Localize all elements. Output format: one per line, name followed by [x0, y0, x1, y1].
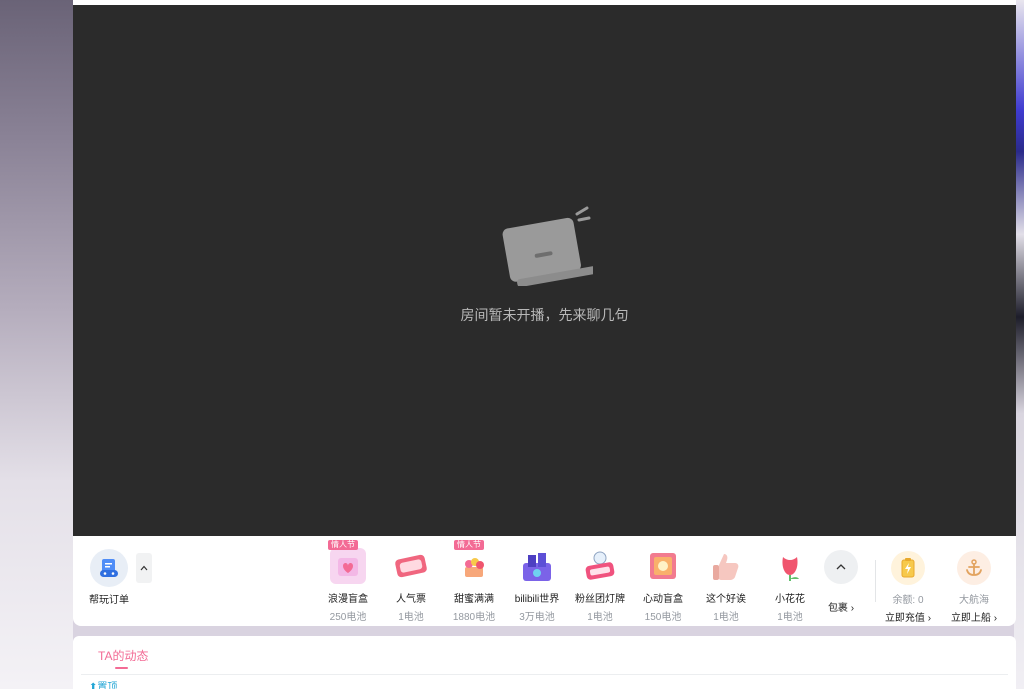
recharge-button[interactable]: 余额: 0 立即充值 ›	[878, 551, 938, 624]
divider	[81, 674, 1008, 675]
chevron-up-icon	[824, 550, 858, 584]
gift-price: 3万电池	[519, 612, 555, 623]
gift-name: 小花花	[775, 594, 805, 605]
gift-tag: 情人节	[328, 540, 358, 550]
gift-item-fan-club-light[interactable]: 粉丝团灯牌 1电池	[570, 540, 630, 623]
gift-price: 1电池	[398, 612, 424, 623]
background-left-art	[0, 0, 73, 689]
gift-price: 250电池	[329, 612, 367, 623]
package-button[interactable]: 包裹 ›	[823, 550, 859, 614]
guard-button[interactable]: 大航海 立即上船 ›	[944, 551, 1004, 624]
gift-price: 1880电池	[452, 612, 496, 623]
expand-button[interactable]	[136, 553, 152, 583]
gift-item-popularity-ticket[interactable]: 人气票 1电池	[381, 540, 441, 623]
gift-item-heart-box[interactable]: 心动盲盒 150电池	[633, 540, 693, 623]
guard-text: 大航海	[959, 595, 989, 606]
play-order-label: 帮玩订单	[89, 595, 129, 606]
gift-item-little-flower[interactable]: 小花花 1电池	[760, 540, 820, 623]
gift-item-romance-box[interactable]: 情人节 浪漫盲盒 250电池	[318, 540, 378, 623]
chevron-up-icon	[140, 565, 148, 571]
dynamic-panel: TA的动态 ⬆置顶	[73, 636, 1016, 689]
live-player[interactable]: 房间暂未开播，先来聊几句	[73, 5, 1016, 536]
flower-basket-icon	[456, 548, 492, 584]
gift-box-icon	[330, 548, 366, 584]
gift-item-bilibili-world[interactable]: bilibili世界 3万电池	[507, 540, 567, 623]
castle-icon	[519, 548, 555, 584]
thumbs-up-icon	[708, 548, 744, 584]
tab-underline	[115, 667, 128, 669]
gift-item-thumbs-up[interactable]: 这个好诶 1电池	[696, 540, 756, 623]
divider	[875, 560, 876, 602]
heart-box-icon	[645, 548, 681, 584]
gift-name: 心动盲盒	[643, 594, 683, 605]
gift-tag: 情人节	[454, 540, 484, 550]
fan-badge-icon	[582, 548, 618, 584]
anchor-icon	[957, 551, 991, 585]
tab-dynamic[interactable]: TA的动态	[98, 647, 148, 664]
gift-panel: 帮玩订单 情人节 浪漫盲盒 250电池 人气票 1电池 情人节 甜蜜满满 188…	[73, 536, 1016, 626]
gift-name: 粉丝团灯牌	[575, 594, 625, 605]
recharge-label: 立即充值 ›	[884, 613, 932, 624]
offline-message: 房间暂未开播，先来聊几句	[460, 307, 629, 323]
gift-price: 1电池	[777, 612, 803, 623]
gift-name: 人气票	[396, 594, 426, 605]
battery-icon	[891, 551, 925, 585]
gift-name: 甜蜜满满	[454, 594, 494, 605]
pinned-label: ⬆置顶	[89, 678, 117, 689]
gift-price: 150电池	[644, 612, 682, 623]
balance-text: 余额: 0	[892, 595, 924, 606]
gift-price: 1电池	[713, 612, 739, 623]
rose-icon	[772, 548, 808, 584]
play-order-button[interactable]: 帮玩订单	[87, 549, 131, 606]
guard-label: 立即上船 ›	[950, 613, 998, 624]
package-label: 包裹 ›	[827, 603, 855, 614]
gift-item-sweet-full[interactable]: 情人节 甜蜜满满 1880电池	[444, 540, 504, 623]
gift-name: 这个好诶	[706, 594, 746, 605]
gift-price: 1电池	[587, 612, 613, 623]
offline-tv-icon	[502, 206, 593, 286]
gamepad-icon	[90, 549, 128, 587]
gift-name: 浪漫盲盒	[328, 594, 368, 605]
gift-name: bilibili世界	[514, 594, 560, 605]
ticket-icon	[393, 548, 429, 584]
